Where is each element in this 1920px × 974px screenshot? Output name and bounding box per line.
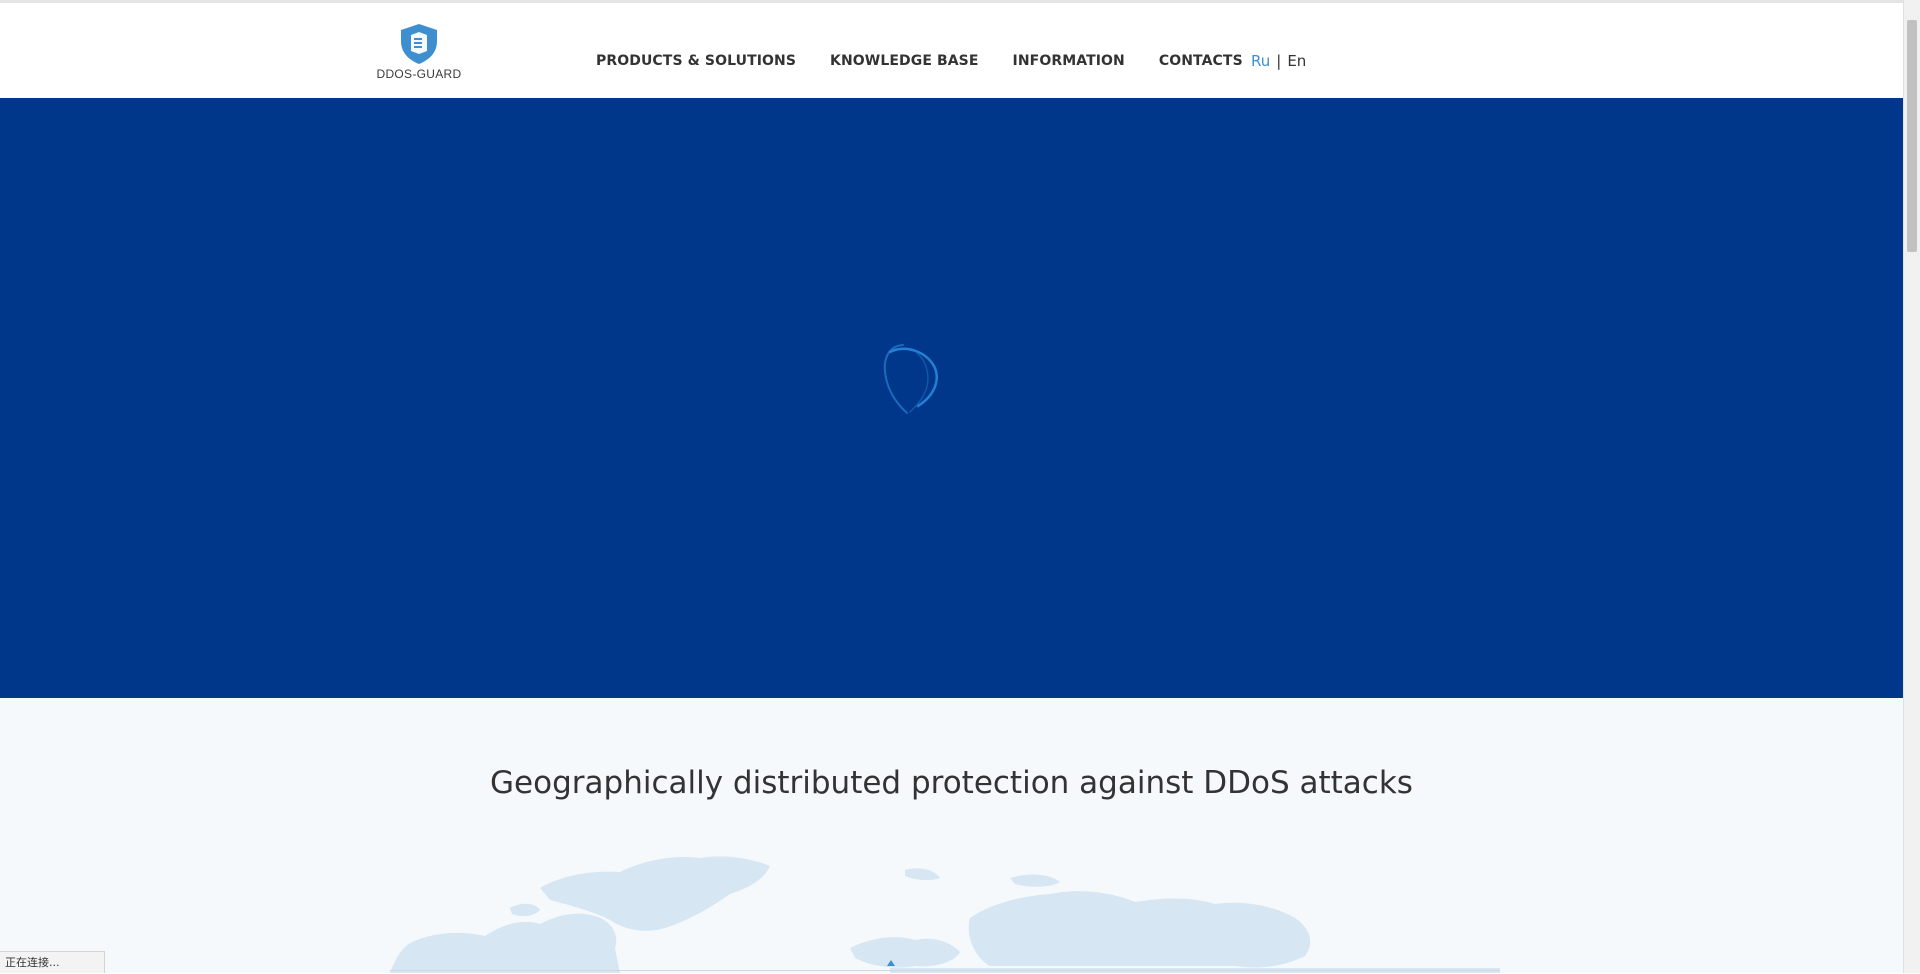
site-header: DDOS-GUARD PRODUCTS & SOLUTIONS KNOWLEDG… <box>0 3 1903 98</box>
logo-link[interactable]: DDOS-GUARD <box>376 23 462 81</box>
geo-protection-section: Geographically distributed protection ag… <box>0 698 1903 973</box>
language-switcher: Ru | En <box>1251 50 1306 72</box>
globe-spinner-icon <box>883 344 938 414</box>
vertical-scrollbar[interactable] <box>1903 0 1920 973</box>
nav-knowledge-base[interactable]: KNOWLEDGE BASE <box>830 50 979 72</box>
shield-logo-icon <box>401 24 437 64</box>
lang-separator: | <box>1276 52 1282 70</box>
lang-ru-link[interactable]: Ru <box>1251 52 1270 70</box>
main-navigation: PRODUCTS & SOLUTIONS KNOWLEDGE BASE INFO… <box>596 50 1243 72</box>
geo-section-title: Geographically distributed protection ag… <box>490 765 1413 801</box>
logo-wordmark: DDOS-GUARD <box>376 67 462 81</box>
map-bottom-border <box>390 970 1500 971</box>
nav-information[interactable]: INFORMATION <box>1013 50 1125 72</box>
hero-banner <box>0 98 1903 698</box>
browser-status-bar: 正在连接... <box>0 951 105 973</box>
lang-en-link[interactable]: En <box>1287 52 1306 70</box>
nav-contacts[interactable]: CONTACTS <box>1159 50 1243 72</box>
nav-products-solutions[interactable]: PRODUCTS & SOLUTIONS <box>596 50 796 72</box>
world-map-icon <box>390 856 1500 973</box>
scrollbar-thumb[interactable] <box>1907 20 1917 252</box>
